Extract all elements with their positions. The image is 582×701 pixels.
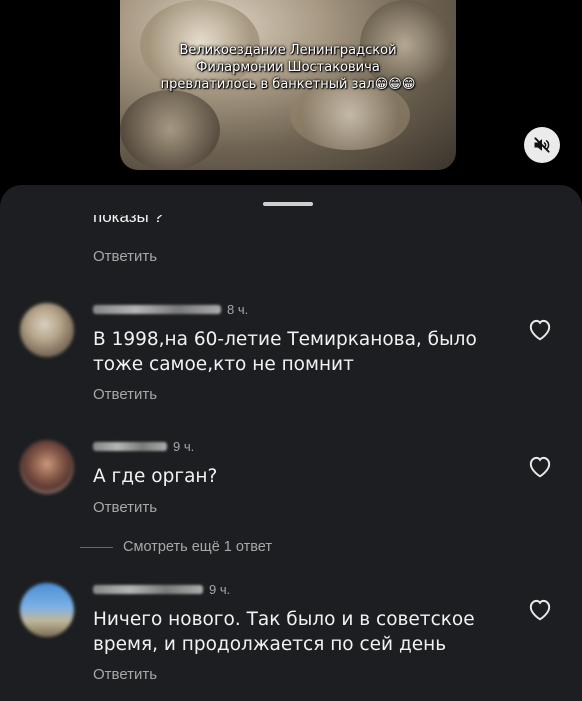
comment-time: 8 ч.	[227, 302, 249, 317]
reply-button[interactable]: Ответить	[93, 666, 157, 683]
mute-button[interactable]	[524, 127, 560, 163]
avatar[interactable]	[20, 303, 74, 357]
username[interactable]	[93, 442, 167, 451]
heart-icon[interactable]	[527, 454, 553, 478]
sheet-drag-handle[interactable]	[263, 202, 313, 206]
comments-sheet: показы ? Ответить 8 ч. В 1998,на 60-лети…	[0, 185, 582, 701]
video-caption: Великоездание Ленинградской Филармонии Ш…	[160, 43, 416, 92]
comment-text: А где орган?	[93, 466, 218, 487]
divider	[80, 546, 113, 548]
video-area: Великоездание Ленинградской Филармонии Ш…	[0, 0, 582, 200]
avatar[interactable]	[20, 583, 74, 637]
username[interactable]	[93, 305, 221, 314]
heart-icon[interactable]	[527, 597, 553, 621]
video-preview[interactable]: Великоездание Ленинградской Филармонии Ш…	[120, 0, 456, 170]
comment-text: Ничего нового. Так было и в советское вр…	[93, 609, 475, 655]
video-frame-decor	[120, 90, 220, 170]
speaker-muted-icon	[534, 137, 550, 153]
reply-button[interactable]: Ответить	[93, 248, 157, 265]
comment-time: 9 ч.	[209, 582, 231, 597]
reply-button[interactable]: Ответить	[93, 386, 157, 403]
comment-meta: 9 ч.	[93, 439, 194, 454]
heart-icon[interactable]	[527, 317, 553, 341]
reply-button[interactable]: Ответить	[93, 499, 157, 516]
avatar[interactable]	[20, 440, 74, 494]
comment-text: В 1998,на 60-летие Темирканова, было тож…	[93, 329, 477, 375]
username[interactable]	[93, 585, 203, 594]
comment-time: 9 ч.	[173, 439, 195, 454]
comment-text: показы ?	[93, 215, 163, 226]
comment-meta: 9 ч.	[93, 582, 230, 597]
view-more-replies-button[interactable]: Смотреть ещё 1 ответ	[80, 539, 272, 555]
comment-meta: 8 ч.	[93, 302, 248, 317]
